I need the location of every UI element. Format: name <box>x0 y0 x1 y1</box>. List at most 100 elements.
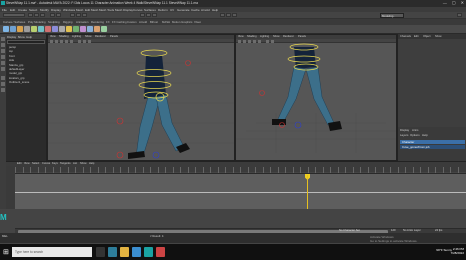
snap-point-button[interactable] <box>152 13 157 17</box>
mail-app-icon[interactable] <box>132 247 141 257</box>
outliner-search-input[interactable] <box>7 40 45 44</box>
shelf-icon-13[interactable] <box>87 26 93 32</box>
menu-curves[interactable]: Curves <box>133 8 143 12</box>
menu-mesh-display[interactable]: Mesh Display <box>115 8 133 12</box>
vp-menu-show[interactable]: Show <box>85 35 92 38</box>
layer-row[interactable]: Cuve_gomezFrom.job <box>400 145 465 149</box>
shelf-icon-2[interactable] <box>10 26 16 32</box>
shelf-tab-fx-caching[interactable]: FX Caching <box>112 20 127 24</box>
shelf-tab-bifrost[interactable]: Bifrost <box>150 20 158 24</box>
graph-menu-keys[interactable]: Keys <box>52 162 58 165</box>
close-button[interactable]: ✕ <box>461 1 464 5</box>
minimize-button[interactable]: — <box>443 1 447 5</box>
vp-menu-lighting[interactable]: Lighting <box>72 35 81 38</box>
undo-button[interactable] <box>50 13 55 17</box>
graph-menu-show[interactable]: Show <box>80 162 87 165</box>
shelf-icon-1[interactable] <box>3 26 9 32</box>
layer-menu-options[interactable]: Options <box>410 133 420 137</box>
outliner-menu-display[interactable]: Display <box>7 35 16 39</box>
shelf-icon-10[interactable] <box>66 26 72 32</box>
graph-menu-select[interactable]: Select <box>32 162 39 165</box>
shelf-icon-15[interactable] <box>101 26 107 32</box>
select-object-button[interactable] <box>76 13 81 17</box>
vp-menu-panels[interactable]: Panels <box>298 35 306 38</box>
layout-four-icon[interactable] <box>1 82 5 86</box>
cmd-lang-label[interactable]: MEL <box>2 234 8 238</box>
vp-menu-view[interactable]: View <box>50 35 56 38</box>
windows-start-icon[interactable]: ⊞ <box>3 249 9 256</box>
range-end-field[interactable]: 120 <box>391 229 395 232</box>
vp-menu-view[interactable]: View <box>238 35 244 38</box>
menu-edit-mesh[interactable]: Edit Mesh <box>85 8 98 12</box>
outliner-menu-help[interactable]: Help <box>26 35 32 39</box>
layer-menu-help[interactable]: Help <box>422 133 428 137</box>
shelf-tab-fx[interactable]: FX <box>106 20 110 24</box>
taskbar-search-input[interactable]: Type here to search <box>12 247 92 257</box>
select-hierarchy-button[interactable] <box>70 13 75 17</box>
menu-cache[interactable]: Cache <box>191 8 200 12</box>
shelf-icon-4[interactable] <box>24 26 30 32</box>
shelf-tab-custom[interactable]: Custom <box>127 20 137 24</box>
sign-in-button[interactable] <box>457 13 462 17</box>
graph-menu-list[interactable]: List <box>73 162 77 165</box>
layer-tab-anim[interactable]: Anim <box>412 128 418 132</box>
ipr-render-button[interactable] <box>226 13 231 17</box>
menu-deform[interactable]: Deform <box>158 8 168 12</box>
vp-menu-lighting[interactable]: Lighting <box>260 35 269 38</box>
outliner-menu-show[interactable]: Show <box>18 35 25 39</box>
weather-widget[interactable]: 99°F Sunny <box>436 248 452 252</box>
render-button[interactable] <box>220 13 225 17</box>
scale-tool-icon[interactable] <box>1 67 5 71</box>
move-tool-icon[interactable] <box>1 55 5 59</box>
lasso-tool-icon[interactable] <box>1 43 5 47</box>
viewport-side[interactable]: View Shading Lighting Show Renderer Pane… <box>235 34 397 161</box>
layout-two-icon[interactable] <box>1 88 5 92</box>
channel-tab-edit[interactable]: Edit <box>414 35 418 38</box>
shelf-icon-6[interactable] <box>38 26 44 32</box>
shelf-icon-14[interactable] <box>94 26 100 32</box>
graph-menu-edit[interactable]: Edit <box>17 162 21 165</box>
shelf-icon-8[interactable] <box>52 26 58 32</box>
shelf-icon-12[interactable] <box>80 26 86 32</box>
graph-menu-help[interactable]: Help <box>89 162 94 165</box>
open-scene-button[interactable] <box>34 13 39 17</box>
select-tool-icon[interactable] <box>1 37 5 41</box>
app-taskbar-icon[interactable] <box>156 247 165 257</box>
menu-uv[interactable]: UV <box>170 8 174 12</box>
snap-grid-button[interactable] <box>140 13 145 17</box>
layer-menu-layers[interactable]: Layers <box>400 133 408 137</box>
save-scene-button[interactable] <box>40 13 45 17</box>
task-view-icon[interactable] <box>96 247 105 257</box>
menu-mesh[interactable]: Mesh <box>76 8 83 12</box>
select-component-button[interactable] <box>82 13 87 17</box>
channel-tab-channels[interactable]: Channels <box>400 35 411 38</box>
menu-edit[interactable]: Edit <box>10 8 15 12</box>
new-scene-button[interactable] <box>28 13 33 17</box>
mode-selector[interactable] <box>3 13 25 17</box>
vp-menu-renderer[interactable]: Renderer <box>283 35 294 38</box>
menu-arnold[interactable]: Arnold <box>201 8 210 12</box>
menu-file[interactable]: File <box>2 8 7 12</box>
shelf-icon-11[interactable] <box>73 26 79 32</box>
shelf-icon-5[interactable] <box>31 26 37 32</box>
shelf-icon-7[interactable] <box>45 26 51 32</box>
menu-mesh-tools[interactable]: Mesh Tools <box>99 8 114 12</box>
shelf-tab-sculpting[interactable]: Sculpting <box>48 20 60 24</box>
shelf-tab-arnold[interactable]: Arnold <box>139 20 147 24</box>
menu-modify[interactable]: Modify <box>40 8 49 12</box>
vp-menu-shading[interactable]: Shading <box>59 35 69 38</box>
shelf-tab-mash[interactable]: MASH <box>162 20 170 24</box>
shelf-tab-motion-graphics[interactable]: Motion Graphics <box>172 20 192 24</box>
graph-menu-curves[interactable]: Curves <box>42 162 50 165</box>
graph-editor-area[interactable] <box>15 173 466 209</box>
fps-menu[interactable]: 24 fps <box>435 229 442 232</box>
shelf-tab-curves[interactable]: Curves / Surfaces <box>3 20 25 24</box>
taskbar-clock[interactable]: 2:46 PM 7/28/2022 <box>451 247 464 255</box>
anim-layer-menu[interactable]: No Anim Layer <box>403 229 421 232</box>
shelf-icon-3[interactable] <box>17 26 23 32</box>
vp-menu-panels[interactable]: Panels <box>110 35 118 38</box>
vp-menu-shading[interactable]: Shading <box>247 35 257 38</box>
layer-tab-display[interactable]: Display <box>400 128 409 132</box>
snap-curve-button[interactable] <box>146 13 151 17</box>
file-explorer-icon[interactable] <box>120 247 129 257</box>
